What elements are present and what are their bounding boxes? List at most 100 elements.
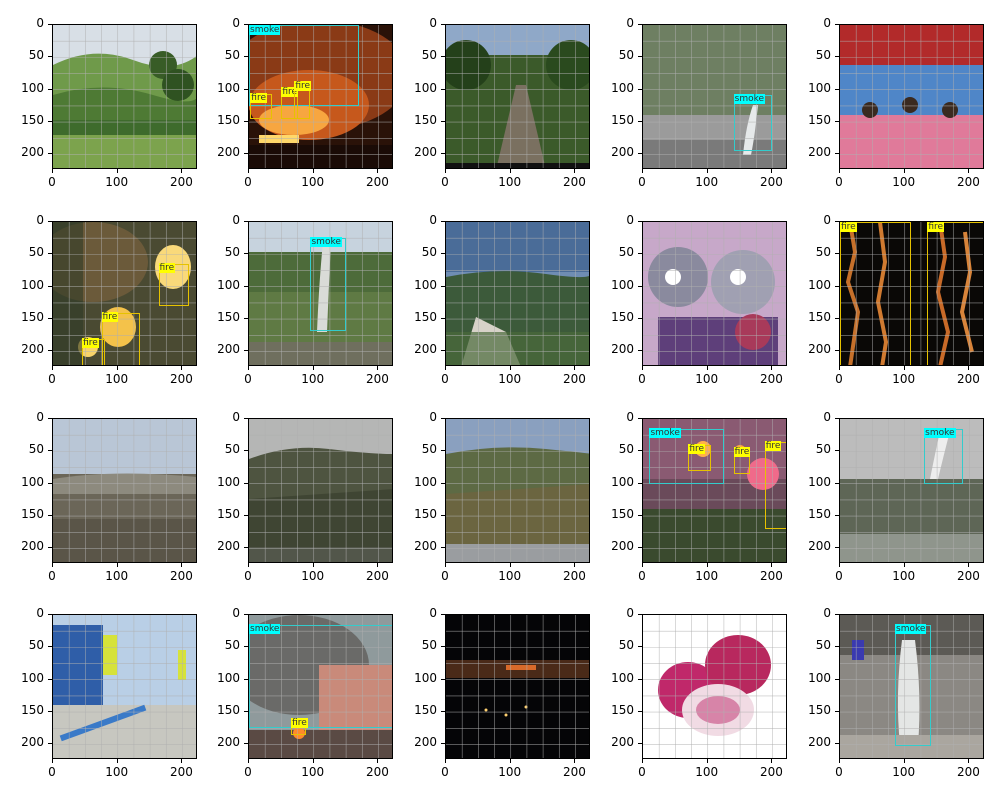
y-tick-label: 200 xyxy=(414,539,437,554)
x-tick-label: 200 xyxy=(563,765,586,779)
x-tick-label: 0 xyxy=(48,569,56,583)
y-tick-label: 200 xyxy=(21,145,44,160)
y-tick-label: 50 xyxy=(618,638,634,653)
x-tick-mark xyxy=(968,366,970,370)
x-tick-mark xyxy=(509,759,511,763)
x-tick-mark xyxy=(839,169,840,173)
x-tick-label: 100 xyxy=(695,765,719,779)
fire-detection-box xyxy=(764,441,786,530)
x-tick-label: 100 xyxy=(105,372,129,386)
image-panel-p19 xyxy=(642,614,787,759)
x-tick-mark xyxy=(312,563,314,567)
grid-lines xyxy=(446,25,589,168)
y-tick-label: 200 xyxy=(21,735,44,750)
x-tick-mark xyxy=(574,563,576,567)
x-tick-mark xyxy=(839,563,840,567)
fire-detection-label: fire xyxy=(101,311,119,322)
fire-detection-label: fire xyxy=(82,337,99,348)
y-tick-label: 100 xyxy=(808,277,831,292)
x-tick-mark xyxy=(312,366,314,370)
y-tick-label: 0 xyxy=(626,606,634,620)
x-tick-mark xyxy=(377,169,379,173)
x-tick-label: 0 xyxy=(244,372,252,386)
y-tick-label: 100 xyxy=(611,277,634,292)
y-tick-label: 100 xyxy=(414,277,437,292)
x-tick-label: 200 xyxy=(760,175,783,189)
x-tick-mark xyxy=(377,563,379,567)
grid-lines xyxy=(53,419,196,562)
grid-lines xyxy=(643,222,786,365)
y-tick-label: 100 xyxy=(21,474,44,489)
image-panel-p6: fire fire fire xyxy=(52,221,197,366)
y-tick-label: 100 xyxy=(414,670,437,685)
y-tick-label: 0 xyxy=(626,16,634,30)
x-tick-label: 200 xyxy=(366,569,389,583)
y-tick-label: 200 xyxy=(414,145,437,160)
fire-detection-label: fire xyxy=(291,717,308,728)
y-tick-label: 100 xyxy=(611,80,634,95)
y-tick-label: 100 xyxy=(611,670,634,685)
fire-detection-box xyxy=(840,222,912,365)
x-tick-label: 200 xyxy=(366,372,389,386)
x-tick-label: 0 xyxy=(835,175,843,189)
x-tick-mark xyxy=(574,759,576,763)
x-tick-label: 0 xyxy=(48,372,56,386)
x-tick-mark xyxy=(445,169,446,173)
x-tick-mark xyxy=(642,759,643,763)
x-tick-label: 100 xyxy=(301,569,325,583)
image-panel-p2: smoke fire fire fire xyxy=(248,24,393,169)
y-tick-label: 200 xyxy=(217,145,240,160)
image-panel-p4: smoke xyxy=(642,24,787,169)
x-tick-label: 200 xyxy=(563,175,586,189)
x-tick-label: 200 xyxy=(760,372,783,386)
smoke-detection-label: smoke xyxy=(249,25,281,35)
x-tick-mark xyxy=(116,366,118,370)
y-tick-label: 150 xyxy=(611,310,634,325)
image-panel-p7: smoke xyxy=(248,221,393,366)
x-tick-mark xyxy=(445,759,446,763)
x-tick-label: 100 xyxy=(498,175,522,189)
image-panel-p14: smoke fire fire fire xyxy=(642,418,787,563)
y-tick-label: 50 xyxy=(618,442,634,457)
x-tick-mark xyxy=(181,169,183,173)
x-tick-mark xyxy=(116,563,118,567)
smoke-detection-label: smoke xyxy=(895,623,927,634)
x-tick-label: 200 xyxy=(170,765,193,779)
image-grid-figure: 0 50 100 150 200 0 100 200 0 50 100 150 200 0 100 200 … xyxy=(0,0,1000,800)
y-tick-label: 0 xyxy=(36,606,44,620)
x-tick-mark xyxy=(181,366,183,370)
x-tick-label: 200 xyxy=(957,569,980,583)
y-tick-label: 50 xyxy=(28,245,44,260)
x-tick-label: 100 xyxy=(695,175,719,189)
y-tick-label: 0 xyxy=(823,213,831,227)
x-tick-mark xyxy=(706,169,708,173)
x-tick-mark xyxy=(903,563,905,567)
y-tick-label: 150 xyxy=(611,113,634,128)
y-tick-label: 200 xyxy=(808,342,831,357)
fire-detection-label: fire xyxy=(733,447,751,458)
y-tick-label: 50 xyxy=(224,48,240,63)
y-tick-label: 100 xyxy=(21,670,44,685)
image-panel-p3 xyxy=(445,24,590,169)
y-tick-label: 50 xyxy=(618,245,634,260)
y-tick-label: 0 xyxy=(36,410,44,424)
image-panel-p5 xyxy=(839,24,984,169)
y-tick-label: 200 xyxy=(611,539,634,554)
image-panel-p20: smoke xyxy=(839,614,984,759)
x-tick-label: 100 xyxy=(301,372,325,386)
fire-detection-label: fire xyxy=(688,443,706,454)
y-tick-label: 200 xyxy=(808,145,831,160)
x-tick-label: 100 xyxy=(498,569,522,583)
x-tick-label: 0 xyxy=(244,569,252,583)
y-tick-label: 50 xyxy=(224,638,240,653)
grid-lines xyxy=(840,25,983,168)
x-tick-label: 100 xyxy=(498,372,522,386)
y-tick-label: 150 xyxy=(808,507,831,522)
x-tick-mark xyxy=(706,759,708,763)
y-tick-label: 150 xyxy=(217,703,240,718)
image-panel-p18 xyxy=(445,614,590,759)
x-tick-mark xyxy=(181,759,183,763)
x-tick-mark xyxy=(771,759,773,763)
x-tick-mark xyxy=(52,169,53,173)
y-tick-label: 150 xyxy=(21,507,44,522)
